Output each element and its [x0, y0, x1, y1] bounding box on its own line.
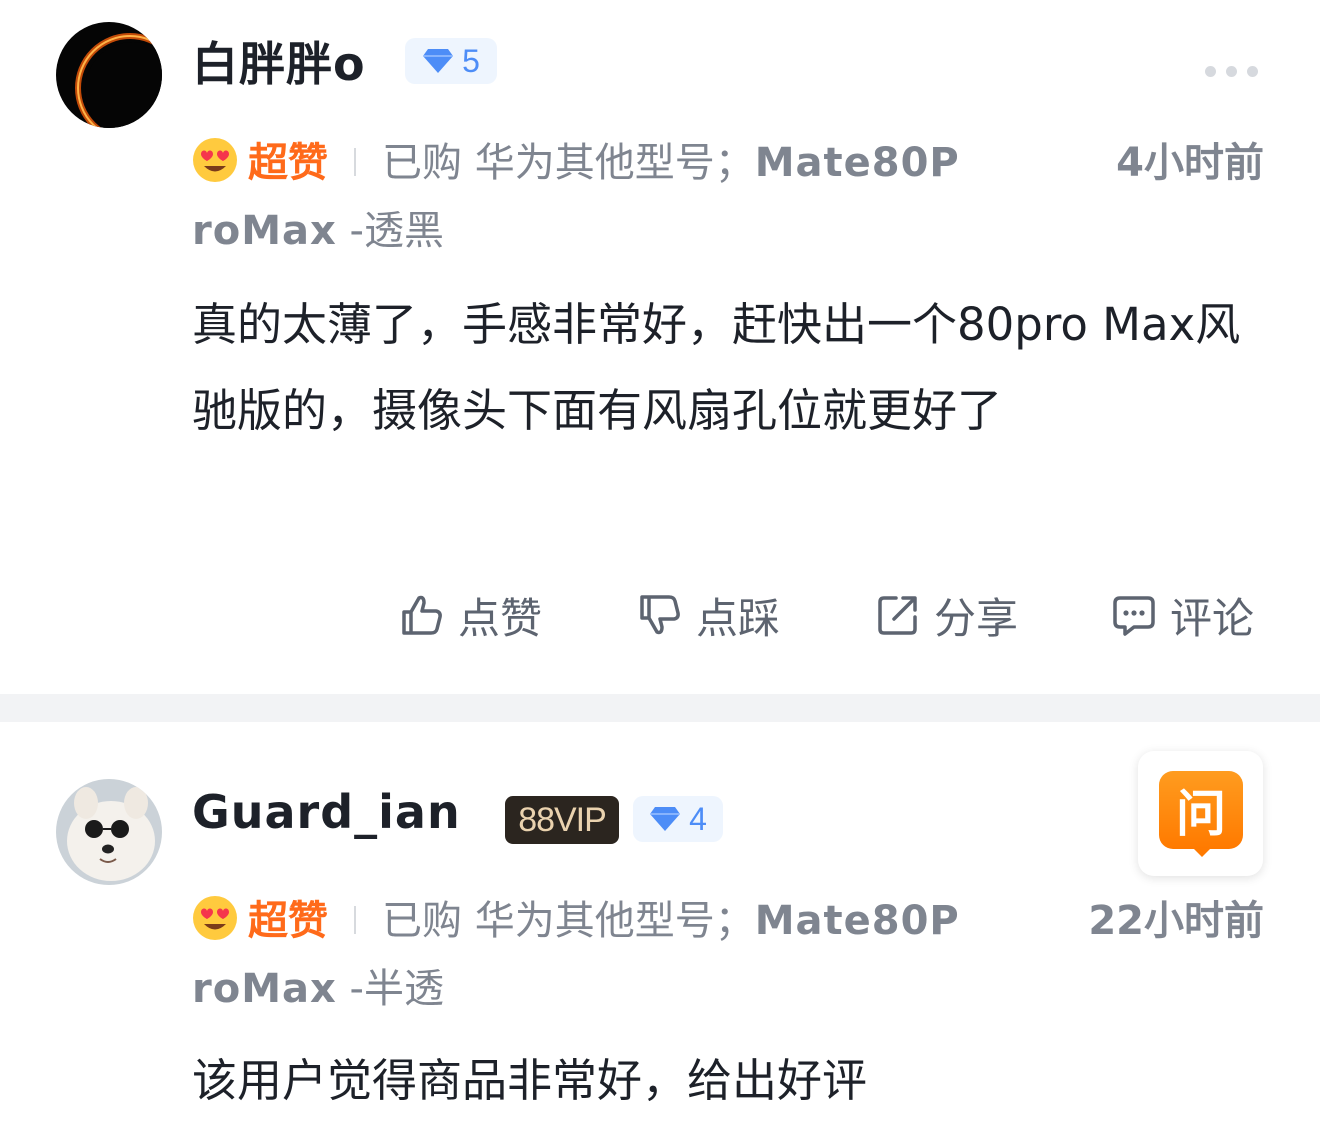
review-meta: 超赞 已购 华为其他型号；Mate80P 22小时前 roMax -半透 — [192, 882, 1264, 1014]
ask-icon: 问 — [1159, 771, 1243, 849]
username[interactable]: 白胖胖o — [192, 28, 366, 94]
level-badge: 5 — [405, 38, 497, 84]
review-content: 真的太薄了，手感非常好，赶快出一个80pro Max风驰版的，摄像头下面有风扇孔… — [192, 298, 1241, 437]
comment-label: 评论 — [1170, 593, 1255, 643]
heart-eyes-emoji-icon — [193, 896, 237, 940]
like-label: 点赞 — [458, 593, 543, 643]
level-badge: 4 — [633, 796, 723, 842]
avatar[interactable] — [56, 22, 162, 128]
review-card: Guard_ian 88VIP 4 超赞 已购 华为其他型号；Mate80P 2… — [0, 722, 1320, 1136]
share-icon — [878, 596, 917, 635]
like-button[interactable]: 点赞 — [398, 580, 542, 650]
more-dots-icon[interactable] — [1205, 66, 1258, 77]
rating-label: 超赞 — [248, 898, 328, 944]
comment-button[interactable]: 评论 — [1110, 580, 1254, 650]
share-button[interactable]: 分享 — [874, 580, 1018, 650]
diamond-icon — [423, 49, 454, 73]
review-card: 白胖胖o 5 超赞 已购 华为其他型号；Mate80P 4小时前 roMax -… — [0, 0, 1320, 694]
dislike-label: 点踩 — [696, 593, 781, 643]
review-actions: 点赞 点踩 分享 评论 — [0, 580, 1320, 650]
ask-tail — [1192, 847, 1212, 857]
card-divider — [0, 694, 1320, 722]
review-time: 4小时前 — [1116, 140, 1264, 186]
review-meta: 超赞 已购 华为其他型号；Mate80P 4小时前 roMax -透黑 — [192, 124, 1264, 256]
heart-eyes-emoji-icon — [193, 138, 237, 182]
purchase-variant: roMax -半透 — [192, 966, 444, 1012]
thumbs-up-icon — [402, 595, 442, 635]
vip-badge: 88VIP — [505, 796, 619, 844]
dislike-button[interactable]: 点踩 — [636, 580, 780, 650]
diamond-icon — [650, 807, 681, 831]
share-label: 分享 — [934, 593, 1019, 643]
purchase-info: 已购 华为其他型号；Mate80P — [382, 140, 960, 186]
review-content: 该用户觉得商品非常好，给出好评 — [192, 1054, 868, 1107]
thumbs-down-icon — [640, 595, 680, 635]
purchase-variant: roMax -透黑 — [192, 208, 444, 254]
rating-label: 超赞 — [248, 140, 328, 186]
ask-button[interactable]: 问 — [1138, 751, 1263, 876]
comment-icon — [1113, 596, 1155, 636]
review-time: 22小时前 — [1088, 898, 1264, 944]
level-number: 4 — [689, 800, 707, 837]
purchase-info: 已购 华为其他型号；Mate80P — [382, 898, 960, 944]
avatar[interactable] — [56, 779, 162, 885]
separator — [354, 148, 356, 176]
level-number: 5 — [462, 42, 480, 79]
username[interactable]: Guard_ian — [192, 785, 461, 839]
separator — [354, 906, 356, 934]
